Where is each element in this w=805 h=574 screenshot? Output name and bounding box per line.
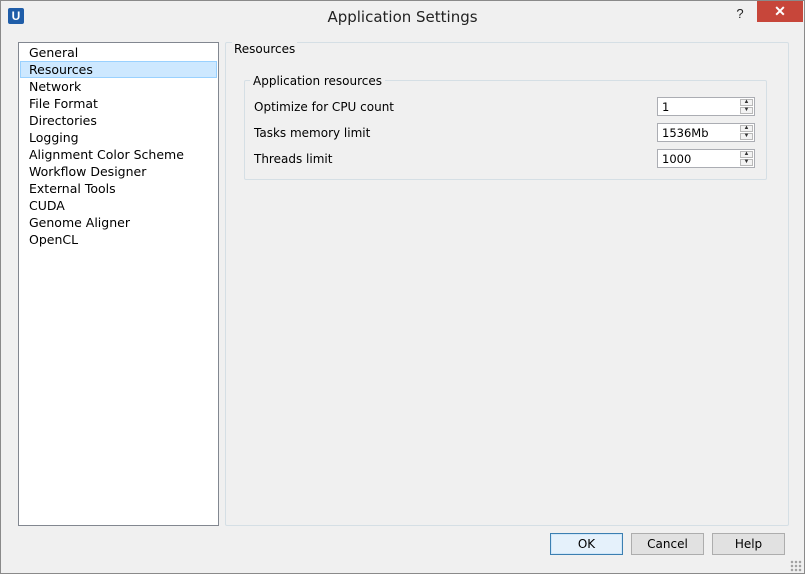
nav-item-opencl[interactable]: OpenCL <box>20 231 217 248</box>
group-title: Application resources <box>250 74 386 88</box>
nav-item-alignment-color-scheme[interactable]: Alignment Color Scheme <box>20 146 217 163</box>
nav-item-file-format[interactable]: File Format <box>20 95 217 112</box>
cpu-count-spinbox[interactable]: ▲ ▼ <box>657 97 755 116</box>
nav-item-external-tools[interactable]: External Tools <box>20 180 217 197</box>
threads-limit-label: Threads limit <box>254 152 333 166</box>
memory-limit-spinbox[interactable]: ▲ ▼ <box>657 123 755 142</box>
nav-item-cuda[interactable]: CUDA <box>20 197 217 214</box>
threads-limit-input[interactable] <box>658 150 742 167</box>
cancel-button[interactable]: Cancel <box>631 533 704 555</box>
memory-limit-input[interactable] <box>658 124 742 141</box>
spin-down-icon[interactable]: ▼ <box>740 159 753 166</box>
spin-up-icon[interactable]: ▲ <box>740 125 753 132</box>
threads-limit-spinbox[interactable]: ▲ ▼ <box>657 149 755 168</box>
spin-down-icon[interactable]: ▼ <box>740 107 753 114</box>
nav-item-directories[interactable]: Directories <box>20 112 217 129</box>
close-icon[interactable]: ✕ <box>757 1 803 22</box>
cpu-count-input[interactable] <box>658 98 742 115</box>
spin-up-icon[interactable]: ▲ <box>740 99 753 106</box>
spin-up-icon[interactable]: ▲ <box>740 151 753 158</box>
nav-item-workflow-designer[interactable]: Workflow Designer <box>20 163 217 180</box>
panel-title: Resources <box>232 42 298 56</box>
resize-grip[interactable] <box>790 560 802 572</box>
nav-item-general[interactable]: General <box>20 44 217 61</box>
settings-category-list[interactable]: General Resources Network File Format Di… <box>18 42 219 526</box>
cpu-count-label: Optimize for CPU count <box>254 100 395 114</box>
memory-limit-label: Tasks memory limit <box>254 126 371 140</box>
nav-item-resources[interactable]: Resources <box>20 61 217 78</box>
help-icon[interactable]: ? <box>730 6 750 22</box>
help-button[interactable]: Help <box>712 533 785 555</box>
ok-button[interactable]: OK <box>550 533 623 555</box>
title-bar[interactable]: U Application Settings ? ✕ <box>1 1 804 31</box>
nav-item-logging[interactable]: Logging <box>20 129 217 146</box>
nav-item-genome-aligner[interactable]: Genome Aligner <box>20 214 217 231</box>
window-title: Application Settings <box>327 8 478 26</box>
spin-down-icon[interactable]: ▼ <box>740 133 753 140</box>
nav-item-network[interactable]: Network <box>20 78 217 95</box>
